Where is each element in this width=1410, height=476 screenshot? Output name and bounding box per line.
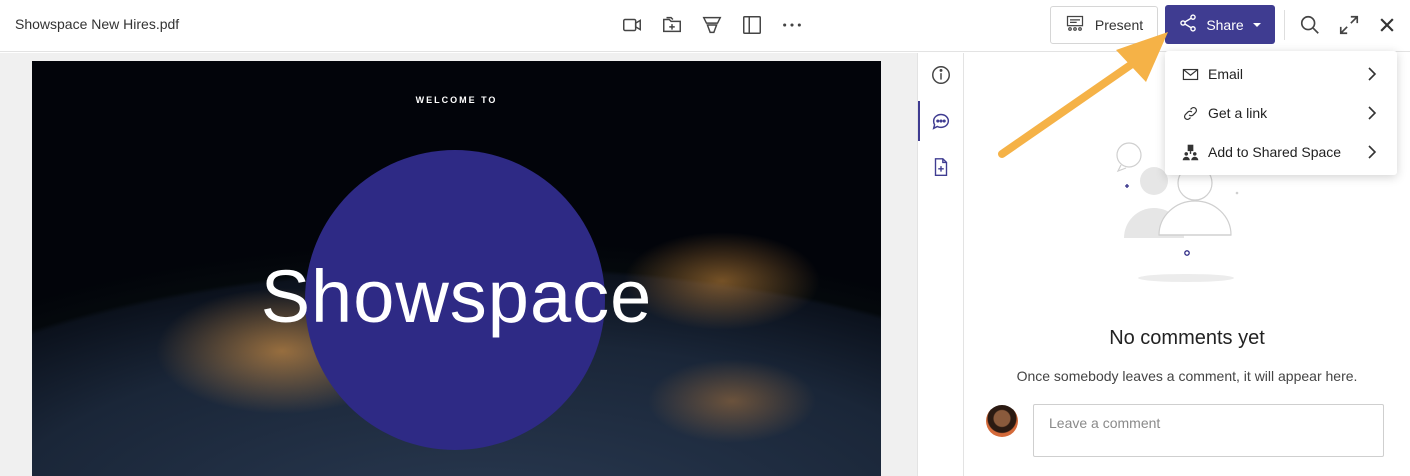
toolbar — [620, 12, 804, 38]
menu-item-label: Email — [1208, 66, 1244, 82]
menu-item-label: Add to Shared Space — [1208, 144, 1342, 160]
presentation-icon — [1065, 14, 1085, 37]
document-add-icon[interactable] — [918, 145, 964, 189]
video-icon[interactable] — [620, 12, 644, 38]
more-icon[interactable] — [780, 12, 804, 38]
top-bar: Showspace New Hires.pdf Present Share — [0, 0, 1410, 52]
present-label: Present — [1094, 17, 1144, 33]
fullscreen-icon[interactable] — [1336, 12, 1362, 38]
info-icon[interactable] — [918, 53, 964, 97]
side-rail — [917, 53, 964, 476]
slide: WELCOME TO Showspace — [32, 61, 881, 476]
empty-state-hint: Once somebody leaves a comment, it will … — [1016, 368, 1358, 384]
comments-icon[interactable] — [918, 99, 964, 143]
share-menu-item-email[interactable]: Email — [1165, 55, 1397, 93]
share-label: Share — [1206, 16, 1244, 33]
share-button[interactable]: Share — [1165, 5, 1275, 44]
slide-brand-text: Showspace — [260, 255, 653, 338]
funnel-icon[interactable] — [700, 12, 724, 38]
share-icon — [1178, 13, 1198, 36]
document-viewer: WELCOME TO Showspace — [0, 53, 917, 476]
file-title: Showspace New Hires.pdf — [15, 16, 180, 32]
slide-welcome-text: WELCOME TO — [415, 95, 498, 105]
share-menu-item-shared-space[interactable]: Add to Shared Space — [1165, 133, 1397, 171]
chevron-right-icon — [1368, 106, 1377, 120]
panel-icon[interactable] — [740, 12, 764, 38]
email-icon — [1181, 65, 1199, 83]
share-menu: Email Get a link Add to Shared Space — [1165, 51, 1397, 175]
chevron-right-icon — [1368, 67, 1377, 81]
add-to-folder-icon[interactable] — [660, 12, 684, 38]
menu-item-label: Get a link — [1208, 105, 1268, 121]
topbar-divider — [1284, 10, 1285, 40]
search-icon[interactable] — [1297, 12, 1323, 38]
comment-input[interactable] — [1033, 404, 1384, 457]
shared-space-icon — [1181, 143, 1199, 161]
avatar — [986, 405, 1018, 437]
link-icon — [1181, 104, 1199, 122]
caret-down-icon — [1252, 17, 1262, 33]
empty-state-title: No comments yet — [1109, 327, 1265, 349]
close-icon[interactable] — [1374, 12, 1400, 38]
chevron-right-icon — [1368, 145, 1377, 159]
present-button[interactable]: Present — [1050, 6, 1158, 44]
share-menu-item-get-link[interactable]: Get a link — [1165, 94, 1397, 132]
